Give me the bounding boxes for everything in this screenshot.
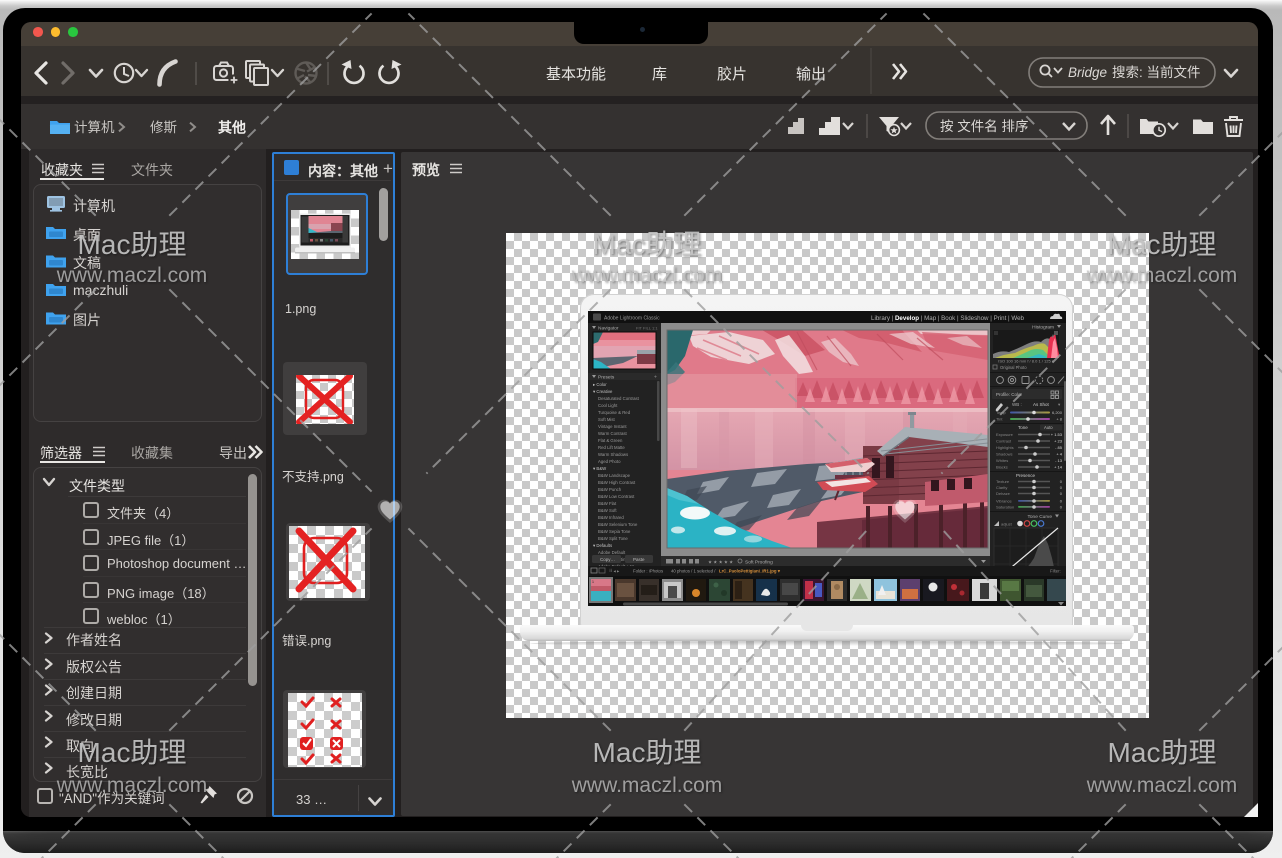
svg-text:B&W Sepia Tone: B&W Sepia Tone <box>598 529 631 534</box>
svg-text:B&W Landscape: B&W Landscape <box>598 473 631 478</box>
svg-text:Tint: Tint <box>996 417 1003 422</box>
svg-text:Soft Proofing: Soft Proofing <box>745 560 773 566</box>
svg-text:Temp: Temp <box>996 410 1007 415</box>
svg-text:Warm Shadows: Warm Shadows <box>598 452 628 457</box>
svg-text:Shadows: Shadows <box>996 452 1012 457</box>
svg-text:B&W Punch: B&W Punch <box>598 487 622 492</box>
svg-text:+: + <box>654 375 657 381</box>
svg-text:Profile: Color: Profile: Color <box>996 392 1023 397</box>
svg-text:Saturation: Saturation <box>996 505 1014 510</box>
svg-text:Tone Curve: Tone Curve <box>1027 514 1052 520</box>
svg-text:Whites: Whites <box>996 458 1008 463</box>
svg-text:Adobe Default: Adobe Default <box>598 550 626 555</box>
svg-text:Original Photo: Original Photo <box>1000 365 1027 370</box>
svg-text:Contrast: Contrast <box>996 439 1012 444</box>
svg-text:FIT FILL 1:1: FIT FILL 1:1 <box>636 326 658 331</box>
svg-text:Vintage Instant: Vintage Instant <box>598 424 627 429</box>
svg-text:Tone: Tone <box>1018 425 1028 430</box>
svg-text:▾ Defaults: ▾ Defaults <box>593 543 612 548</box>
svg-text:40 photos / 1 selected /: 40 photos / 1 selected / <box>671 569 716 574</box>
svg-text:1: 1 <box>592 580 594 584</box>
svg-text:Filter:: Filter: <box>1050 569 1061 574</box>
svg-text:+ 1.53: + 1.53 <box>1051 432 1063 437</box>
svg-text:B&W Infrared: B&W Infrared <box>598 515 624 520</box>
svg-text:⠿ ◂ ▸: ⠿ ◂ ▸ <box>609 569 620 574</box>
svg-text:Adobe Lightroom Classic: Adobe Lightroom Classic <box>604 316 660 322</box>
svg-text:B&W Selenium Tone: B&W Selenium Tone <box>598 522 638 527</box>
svg-text:▸ Color: ▸ Color <box>593 382 607 387</box>
svg-text:Cool Light: Cool Light <box>598 403 618 408</box>
svg-text:+ 14: + 14 <box>1054 465 1063 470</box>
svg-text:Paste: Paste <box>633 557 645 562</box>
svg-text:Highlights: Highlights <box>996 445 1014 450</box>
svg-text:Histogram: Histogram <box>1032 325 1054 331</box>
svg-text:Navigator: Navigator <box>598 326 619 332</box>
svg-text:Vibrance: Vibrance <box>996 499 1012 504</box>
svg-text:- 13: - 13 <box>1055 458 1063 463</box>
svg-text:B&W Flat: B&W Flat <box>598 501 617 506</box>
svg-text:WB :: WB : <box>1012 402 1022 407</box>
svg-text:B&W High Contrast: B&W High Contrast <box>598 480 636 485</box>
svg-text:▾ B&W: ▾ B&W <box>593 466 607 471</box>
svg-text:+ 8: + 8 <box>1056 417 1062 422</box>
svg-text:B&W Soft: B&W Soft <box>598 508 617 513</box>
svg-text:Presence: Presence <box>1016 473 1036 478</box>
svg-text:ISO 100 16 mm f / 8.0: ISO 100 16 mm f / 8.0 1 / 125 s <box>998 359 1054 364</box>
svg-text:Desaturated Contrast: Desaturated Contrast <box>598 396 640 401</box>
svg-text:Library | Develop | Map | Book: Library | Develop | Map | Book | Slidesh… <box>871 315 1025 322</box>
svg-text:Soft Mist: Soft Mist <box>598 417 616 422</box>
svg-text:Auto: Auto <box>1044 425 1053 430</box>
svg-text:Warm Contrast: Warm Contrast <box>598 431 628 436</box>
svg-text:Texture: Texture <box>996 479 1010 484</box>
svg-text:B&W Split Tone: B&W Split Tone <box>598 536 628 541</box>
svg-text:- 85: - 85 <box>1055 445 1063 450</box>
svg-text:Turquoise & Red: Turquoise & Red <box>598 410 631 415</box>
svg-text:Folder : iPhotos: Folder : iPhotos <box>633 569 663 574</box>
svg-text:+ 4: + 4 <box>1056 452 1062 457</box>
svg-text:▾ Creative: ▾ Creative <box>593 389 613 394</box>
svg-text:Aged Photo: Aged Photo <box>598 459 621 464</box>
svg-text:+ 23: + 23 <box>1054 439 1063 444</box>
svg-text:B&W Low Contrast: B&W Low Contrast <box>598 494 635 499</box>
svg-text:Presets: Presets <box>598 375 615 381</box>
svg-text:Copy…: Copy… <box>600 557 615 562</box>
svg-text:Red Lift Matte: Red Lift Matte <box>598 445 625 450</box>
svg-text:LrC_PaoloPettigiani_IR1.jpg ▾: LrC_PaoloPettigiani_IR1.jpg ▾ <box>719 569 781 574</box>
svg-text:adjust: adjust <box>1001 522 1013 527</box>
svg-text:6,200: 6,200 <box>1052 410 1063 415</box>
svg-text:Exposure: Exposure <box>996 432 1014 437</box>
svg-text:Flat & Green: Flat & Green <box>598 438 623 443</box>
svg-text:Blacks: Blacks <box>996 465 1008 470</box>
svg-text:Dehaze: Dehaze <box>996 491 1011 496</box>
svg-text:Clarity: Clarity <box>996 485 1007 490</box>
svg-text:As Shot: As Shot <box>1033 402 1050 407</box>
svg-text:★ ★ ★ ★ ★: ★ ★ ★ ★ ★ <box>708 560 734 565</box>
